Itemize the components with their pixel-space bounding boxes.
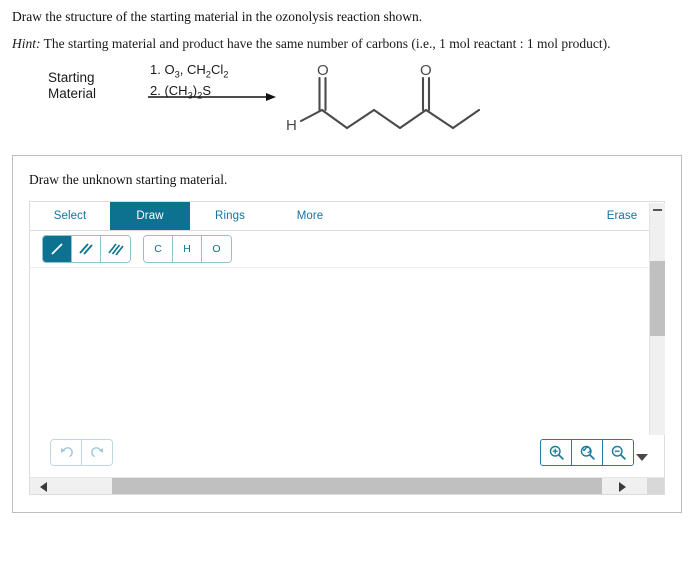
- hint-text: The starting material and product have t…: [40, 35, 611, 51]
- single-bond-tool[interactable]: [43, 236, 72, 262]
- condition-above-arrow: 1. O3, CH2Cl2: [150, 61, 229, 80]
- triple-bond-icon: [107, 243, 124, 256]
- editor-toolrow: C H O: [30, 231, 664, 268]
- starting-material-line1: Starting: [48, 69, 95, 85]
- canvas-vertical-scrollbar[interactable]: [649, 203, 665, 435]
- atom-tool-oxygen-label: O: [212, 243, 221, 255]
- zoom-reset-button[interactable]: [572, 440, 603, 465]
- product-structure: H O O: [286, 62, 481, 134]
- aldehyde-hydrogen-label: H: [286, 117, 297, 134]
- redo-icon: [90, 447, 103, 457]
- canvas-horizontal-scrollbar[interactable]: [30, 477, 664, 494]
- atom-tool-hydrogen-label: H: [183, 243, 191, 255]
- tab-rings[interactable]: Rings: [190, 202, 270, 230]
- zoom-out-button[interactable]: [603, 440, 633, 465]
- answer-card: Draw the unknown starting material. Sele…: [12, 155, 682, 513]
- scroll-right-arrow-icon[interactable]: [619, 482, 626, 492]
- history-button-group: [50, 439, 113, 466]
- vertical-scroll-tick: [653, 209, 662, 211]
- hint-label: Hint:: [12, 35, 41, 51]
- tab-select[interactable]: Select: [30, 202, 110, 230]
- question-hint: Hint: The starting material and product …: [12, 36, 696, 52]
- drawing-canvas[interactable]: [30, 203, 665, 494]
- reaction-arrow-icon: [148, 92, 276, 101]
- atom-tool-hydrogen[interactable]: H: [173, 236, 202, 262]
- tab-draw[interactable]: Draw: [110, 202, 190, 230]
- editor-tabbar: Select Draw Rings More Erase: [30, 202, 664, 231]
- double-bond-icon: [79, 243, 93, 255]
- question-block: Draw the structure of the starting mater…: [0, 0, 696, 52]
- atom-tool-group: C H O: [143, 235, 232, 263]
- zoom-in-icon: [549, 445, 564, 460]
- starting-material-line2: Material: [48, 85, 97, 101]
- atom-tool-carbon-label: C: [154, 243, 162, 255]
- triple-bond-tool[interactable]: [101, 236, 130, 262]
- scrollbar-corner: [647, 478, 664, 494]
- undo-icon: [60, 447, 73, 457]
- vertical-scroll-thumb[interactable]: [650, 261, 665, 336]
- aldehyde-oxygen-label: O: [317, 62, 329, 79]
- tab-more[interactable]: More: [270, 202, 350, 230]
- zoom-dropdown-caret-icon[interactable]: [636, 454, 648, 461]
- molecule-editor: Select Draw Rings More Erase C H O: [29, 201, 665, 495]
- single-bond-icon: [51, 243, 63, 255]
- reaction-scheme: Starting Material 1. O3, CH2Cl2 2. (CH3)…: [0, 58, 696, 153]
- ketone-oxygen-label: O: [420, 62, 432, 79]
- double-bond-tool[interactable]: [72, 236, 101, 262]
- zoom-out-icon: [611, 445, 626, 460]
- undo-button[interactable]: [51, 440, 82, 465]
- atom-tool-carbon[interactable]: C: [144, 236, 173, 262]
- tabbar-spacer: [350, 202, 580, 230]
- starting-material-label: Starting Material: [48, 70, 96, 102]
- answer-card-title: Draw the unknown starting material.: [29, 172, 228, 187]
- redo-button[interactable]: [82, 440, 112, 465]
- zoom-reset-icon: [580, 445, 595, 460]
- atom-tool-oxygen[interactable]: O: [202, 236, 231, 262]
- horizontal-scroll-thumb[interactable]: [112, 478, 602, 494]
- zoom-button-group: [540, 439, 634, 466]
- scroll-left-arrow-icon[interactable]: [40, 482, 47, 492]
- bond-tool-group: [42, 235, 131, 263]
- zoom-in-button[interactable]: [541, 440, 572, 465]
- question-prompt: Draw the structure of the starting mater…: [12, 9, 423, 24]
